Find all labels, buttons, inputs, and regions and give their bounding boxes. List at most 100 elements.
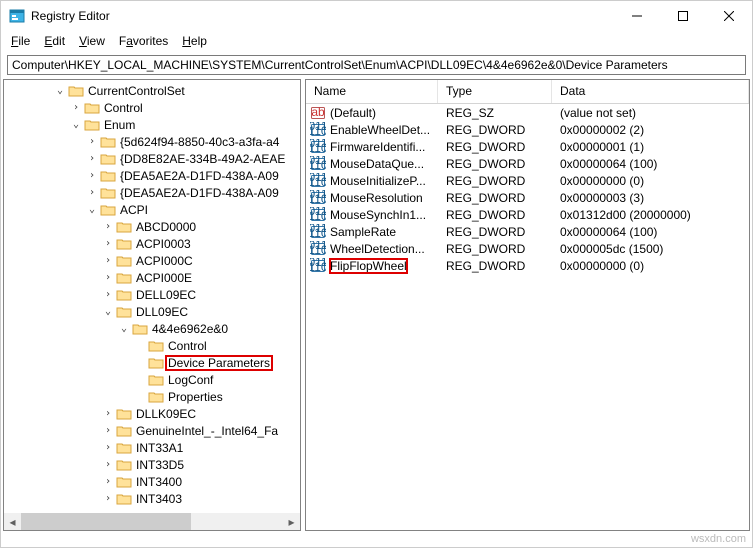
chevron-right-icon[interactable]: ›	[100, 459, 116, 470]
value-row[interactable]: ab(Default)REG_SZ(value not set)	[306, 104, 749, 121]
value-data: 0x01312d00 (20000000)	[552, 208, 749, 222]
value-type: REG_DWORD	[438, 208, 552, 222]
tree-node[interactable]: ·Control	[4, 337, 300, 354]
chevron-right-icon[interactable]: ›	[100, 408, 116, 419]
value-row[interactable]: 011110MouseSynchIn1...REG_DWORD0x01312d0…	[306, 206, 749, 223]
tree-node[interactable]: ⌄ CurrentControlSet	[4, 82, 300, 99]
tree-horizontal-scrollbar[interactable]: ◂ ▸	[4, 513, 300, 530]
column-header-type[interactable]: Type	[438, 80, 552, 103]
chevron-down-icon[interactable]: ⌄	[116, 323, 132, 334]
tree-node[interactable]: ⌄ACPI	[4, 201, 300, 218]
chevron-right-icon[interactable]: ›	[100, 476, 116, 487]
chevron-right-icon[interactable]: ›	[100, 442, 116, 453]
tree-node[interactable]: ⌄4&4e6962e&0	[4, 320, 300, 337]
tree-node[interactable]: ›{DEA5AE2A-D1FD-438A-A09	[4, 184, 300, 201]
tree-node[interactable]: ›ACPI000E	[4, 269, 300, 286]
tree-node[interactable]: ›DELL09EC	[4, 286, 300, 303]
close-button[interactable]	[706, 1, 752, 31]
menu-file[interactable]: File	[5, 32, 36, 50]
tree-node[interactable]: ›{DEA5AE2A-D1FD-438A-A09	[4, 167, 300, 184]
tree-node[interactable]: ›GenuineIntel_-_Intel64_Fa	[4, 422, 300, 439]
folder-icon	[116, 237, 132, 251]
tree-node[interactable]: › INT33D5	[4, 456, 300, 473]
value-row[interactable]: 011110SampleRateREG_DWORD0x00000064 (100…	[306, 223, 749, 240]
tree-node-label: INT3400	[134, 475, 184, 489]
chevron-right-icon[interactable]: ›	[100, 221, 116, 232]
folder-icon	[116, 271, 132, 285]
svg-text:110: 110	[310, 175, 326, 189]
scroll-thumb[interactable]	[21, 513, 191, 530]
chevron-right-icon[interactable]: ›	[100, 425, 116, 436]
tree-node-label: CurrentControlSet	[86, 84, 187, 98]
chevron-right-icon[interactable]: ›	[100, 289, 116, 300]
menu-favorites[interactable]: Favorites	[113, 32, 174, 50]
svg-text:110: 110	[310, 124, 326, 138]
chevron-right-icon[interactable]: ›	[84, 153, 100, 164]
tree-node[interactable]: ·Device Parameters	[4, 354, 300, 371]
regedit-app-icon	[9, 8, 25, 24]
tree-node[interactable]: ›ACPI000C	[4, 252, 300, 269]
tree-node[interactable]: ›{DD8E82AE-334B-49A2-AEAE	[4, 150, 300, 167]
chevron-right-icon[interactable]: ›	[100, 272, 116, 283]
chevron-right-icon[interactable]: ›	[100, 238, 116, 249]
tree-pane[interactable]: ⌄ CurrentControlSet›Control⌄Enum›{5d624f9…	[3, 79, 301, 531]
chevron-right-icon[interactable]: ›	[100, 255, 116, 266]
binary-value-icon: 011110	[310, 224, 326, 240]
value-name: MouseSynchIn1...	[330, 208, 426, 222]
scroll-track[interactable]	[21, 513, 283, 530]
tree-node[interactable]: ·Properties	[4, 388, 300, 405]
tree-node[interactable]: ›INT3403	[4, 490, 300, 507]
tree-node[interactable]: ›Control	[4, 99, 300, 116]
tree-node-label: LogConf	[166, 373, 215, 387]
folder-icon	[132, 322, 148, 336]
tree-node-label: INT33D5	[134, 458, 186, 472]
chevron-right-icon[interactable]: ›	[84, 170, 100, 181]
tree-node[interactable]: › INT3400	[4, 473, 300, 490]
maximize-button[interactable]	[660, 1, 706, 31]
value-row[interactable]: 011110MouseInitializeP...REG_DWORD0x0000…	[306, 172, 749, 189]
value-row[interactable]: 011110MouseResolutionREG_DWORD0x00000003…	[306, 189, 749, 206]
svg-text:110: 110	[310, 226, 326, 240]
tree-node[interactable]: ›INT33A1	[4, 439, 300, 456]
value-name: MouseDataQue...	[330, 157, 424, 171]
menu-help[interactable]: Help	[176, 32, 213, 50]
menu-view[interactable]: View	[73, 32, 111, 50]
value-row[interactable]: 011110MouseDataQue...REG_DWORD0x00000064…	[306, 155, 749, 172]
chevron-right-icon[interactable]: ›	[100, 493, 116, 504]
address-bar[interactable]: Computer\HKEY_LOCAL_MACHINE\SYSTEM\Curre…	[7, 55, 746, 75]
column-header-data[interactable]: Data	[552, 80, 749, 103]
value-row[interactable]: 011110WheelDetection...REG_DWORD0x000005…	[306, 240, 749, 257]
tree-node[interactable]: ⌄Enum	[4, 116, 300, 133]
value-data: 0x00000064 (100)	[552, 157, 749, 171]
tree-node[interactable]: ›ABCD0000	[4, 218, 300, 235]
value-row[interactable]: 011110EnableWheelDet...REG_DWORD0x000000…	[306, 121, 749, 138]
svg-text:110: 110	[310, 243, 326, 257]
chevron-down-icon[interactable]: ⌄	[100, 306, 116, 317]
scroll-right-icon[interactable]: ▸	[283, 513, 300, 530]
tree-node[interactable]: ·LogConf	[4, 371, 300, 388]
tree-node[interactable]: ›{5d624f94-8850-40c3-a3fa-a4	[4, 133, 300, 150]
folder-icon	[116, 492, 132, 506]
column-header-name[interactable]: Name	[306, 80, 438, 103]
chevron-down-icon[interactable]: ⌄	[84, 204, 100, 215]
value-row[interactable]: 011110FlipFlopWheelREG_DWORD0x00000000 (…	[306, 257, 749, 274]
chevron-right-icon[interactable]: ›	[84, 136, 100, 147]
chevron-right-icon[interactable]: ›	[84, 187, 100, 198]
tree-node[interactable]: › DLLK09EC	[4, 405, 300, 422]
tree-node[interactable]: ›ACPI0003	[4, 235, 300, 252]
tree-node-label: DLLK09EC	[134, 407, 198, 421]
value-data: 0x00000003 (3)	[552, 191, 749, 205]
folder-icon	[116, 458, 132, 472]
scroll-left-icon[interactable]: ◂	[4, 513, 21, 530]
value-row[interactable]: 011110FirmwareIdentifi...REG_DWORD0x0000…	[306, 138, 749, 155]
values-pane[interactable]: Name Type Data ab(Default)REG_SZ(value n…	[305, 79, 750, 531]
chevron-down-icon[interactable]: ⌄	[68, 119, 84, 130]
tree-node[interactable]: ⌄DLL09EC	[4, 303, 300, 320]
chevron-down-icon[interactable]: ⌄	[52, 85, 68, 96]
chevron-right-icon[interactable]: ›	[68, 102, 84, 113]
menu-edit[interactable]: Edit	[38, 32, 71, 50]
folder-icon	[148, 356, 164, 370]
value-data: 0x000005dc (1500)	[552, 242, 749, 256]
watermark: wsxdn.com	[691, 533, 746, 545]
minimize-button[interactable]	[614, 1, 660, 31]
